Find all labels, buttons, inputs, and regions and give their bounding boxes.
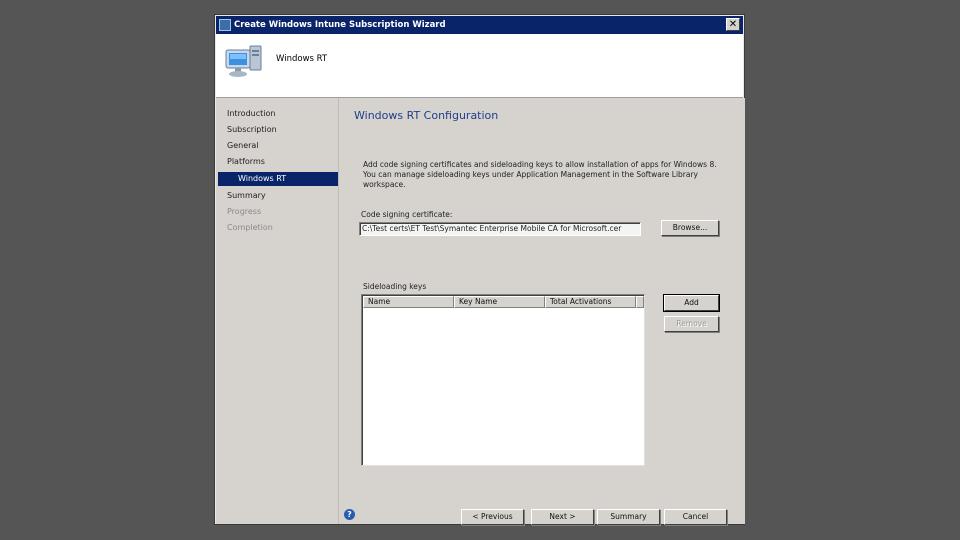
page-title: Windows RT Configuration xyxy=(354,109,499,122)
remove-button: Remove xyxy=(664,316,719,332)
cert-label: Code signing certificate: xyxy=(361,210,453,219)
header-title: Windows RT xyxy=(276,54,328,64)
computer-icon xyxy=(225,45,262,77)
wizard-content: Windows RT Configuration Add code signin… xyxy=(338,98,745,525)
sideload-label: Sideloading keys xyxy=(363,282,427,291)
column-header-filler xyxy=(636,296,644,308)
nav-item-windows-rt[interactable]: Windows RT xyxy=(218,172,338,186)
wizard-header: Windows RT xyxy=(216,34,743,98)
page-description: Add code signing certificates and sidelo… xyxy=(363,160,717,189)
nav-item-subscription[interactable]: Subscription xyxy=(218,123,338,137)
summary-button[interactable]: Summary xyxy=(597,509,660,525)
nav-item-progress: Progress xyxy=(227,207,262,216)
app-icon xyxy=(219,19,231,31)
nav-item-general[interactable]: General xyxy=(218,139,338,153)
cancel-button[interactable]: Cancel xyxy=(664,509,727,525)
close-button[interactable]: ✕ xyxy=(726,18,740,31)
previous-button[interactable]: < Previous xyxy=(461,509,524,525)
title-bar[interactable]: Create Windows Intune Subscription Wizar… xyxy=(216,16,743,34)
window-title: Create Windows Intune Subscription Wizar… xyxy=(234,20,446,30)
cert-path-field[interactable]: C:\Test certs\ET Test\Symantec Enterpris… xyxy=(359,222,641,236)
column-header-total-activations[interactable]: Total Activations xyxy=(545,296,636,308)
sideloading-keys-list[interactable]: Name Key Name Total Activations xyxy=(361,294,645,466)
nav-item-introduction[interactable]: Introduction xyxy=(218,107,338,121)
nav-item-platforms[interactable]: Platforms xyxy=(218,155,338,169)
help-icon[interactable]: ? xyxy=(344,509,355,520)
nav-item-summary[interactable]: Summary xyxy=(218,189,338,203)
column-header-key-name[interactable]: Key Name xyxy=(454,296,545,308)
add-button[interactable]: Add xyxy=(663,294,720,312)
wizard-nav: Introduction Subscription General Platfo… xyxy=(216,98,338,524)
column-header-name[interactable]: Name xyxy=(363,296,454,308)
next-button[interactable]: Next > xyxy=(531,509,594,525)
nav-item-completion: Completion xyxy=(227,223,273,232)
browse-button[interactable]: Browse... xyxy=(661,220,719,236)
wizard-window: Create Windows Intune Subscription Wizar… xyxy=(215,15,745,525)
